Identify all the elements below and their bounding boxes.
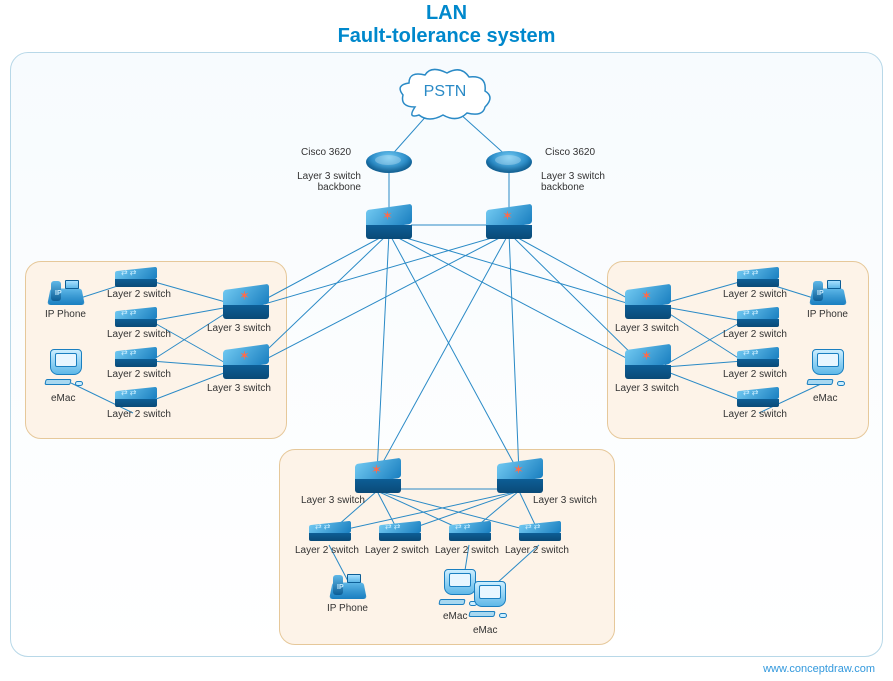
- left-phone-label: IP Phone: [45, 309, 86, 320]
- left-l2-3-icon: ⇄⇄: [115, 349, 157, 369]
- backbone-a-icon: [366, 207, 412, 243]
- right-l3-1-label: Layer 3 switch: [615, 323, 679, 334]
- left-emac-label: eMac: [51, 393, 75, 404]
- left-l3-2-icon: [223, 347, 269, 383]
- right-l3-1-icon: [625, 287, 671, 323]
- right-l2-4-label: Layer 2 switch: [723, 409, 787, 420]
- bottom-l2-1-icon: ⇄⇄: [309, 523, 351, 543]
- bottom-l2-4-icon: ⇄⇄: [519, 523, 561, 543]
- bottom-l3-1-icon: [355, 461, 401, 497]
- backbone-b-label: Layer 3 switch backbone: [541, 171, 617, 193]
- bottom-phone-label: IP Phone: [327, 603, 368, 614]
- bottom-l2-3-icon: ⇄⇄: [449, 523, 491, 543]
- left-emac-icon: [45, 349, 87, 389]
- router-a-label: Cisco 3620: [301, 147, 351, 158]
- right-l2-3-label: Layer 2 switch: [723, 369, 787, 380]
- watermark-link[interactable]: www.conceptdraw.com: [763, 663, 875, 675]
- left-l3-1-icon: [223, 287, 269, 323]
- router-b-label: Cisco 3620: [545, 147, 595, 158]
- right-phone-icon: IP: [809, 277, 847, 307]
- right-l3-2-label: Layer 3 switch: [615, 383, 679, 394]
- router-a-icon: [365, 145, 413, 179]
- left-l3-1-label: Layer 3 switch: [207, 323, 271, 334]
- right-l2-1-icon: ⇄⇄: [737, 269, 779, 289]
- bottom-l2-1-label: Layer 2 switch: [295, 545, 359, 556]
- right-phone-label: IP Phone: [807, 309, 848, 320]
- pstn-label: PSTN: [395, 83, 495, 101]
- bottom-l2-4-label: Layer 2 switch: [505, 545, 569, 556]
- diagram-subtitle: Fault-tolerance system: [0, 25, 893, 48]
- bottom-phone-icon: IP: [329, 571, 367, 601]
- bottom-l2-2-label: Layer 2 switch: [365, 545, 429, 556]
- left-l2-2-icon: ⇄⇄: [115, 309, 157, 329]
- bottom-emac1-label: eMac: [443, 611, 467, 622]
- right-l2-2-label: Layer 2 switch: [723, 329, 787, 340]
- router-b-icon: [485, 145, 533, 179]
- bottom-l3-2-label: Layer 3 switch: [533, 495, 597, 506]
- right-emac-icon: [807, 349, 849, 389]
- left-l2-4-label: Layer 2 switch: [107, 409, 171, 420]
- bottom-l3-2-icon: [497, 461, 543, 497]
- bottom-l2-3-label: Layer 2 switch: [435, 545, 499, 556]
- backbone-b-icon: [486, 207, 532, 243]
- left-l2-1-label: Layer 2 switch: [107, 289, 171, 300]
- diagram-canvas: PSTN Cisco 3620 Cisco 3620 Layer 3 switc…: [10, 52, 883, 657]
- left-l2-3-label: Layer 2 switch: [107, 369, 171, 380]
- right-emac-label: eMac: [813, 393, 837, 404]
- bottom-l2-2-icon: ⇄⇄: [379, 523, 421, 543]
- bottom-l3-1-label: Layer 3 switch: [301, 495, 365, 506]
- bottom-emac2-icon: [469, 581, 511, 621]
- right-l2-3-icon: ⇄⇄: [737, 349, 779, 369]
- diagram-title: LAN: [0, 0, 893, 25]
- right-l2-4-icon: ⇄⇄: [737, 389, 779, 409]
- left-l2-4-icon: ⇄⇄: [115, 389, 157, 409]
- left-l2-1-icon: ⇄⇄: [115, 269, 157, 289]
- pstn-cloud-icon: PSTN: [395, 67, 495, 122]
- bottom-emac2-label: eMac: [473, 625, 497, 636]
- left-phone-icon: IP: [47, 277, 85, 307]
- backbone-a-label: Layer 3 switch backbone: [285, 171, 361, 193]
- left-l3-2-label: Layer 3 switch: [207, 383, 271, 394]
- right-l2-2-icon: ⇄⇄: [737, 309, 779, 329]
- left-l2-2-label: Layer 2 switch: [107, 329, 171, 340]
- right-l3-2-icon: [625, 347, 671, 383]
- right-l2-1-label: Layer 2 switch: [723, 289, 787, 300]
